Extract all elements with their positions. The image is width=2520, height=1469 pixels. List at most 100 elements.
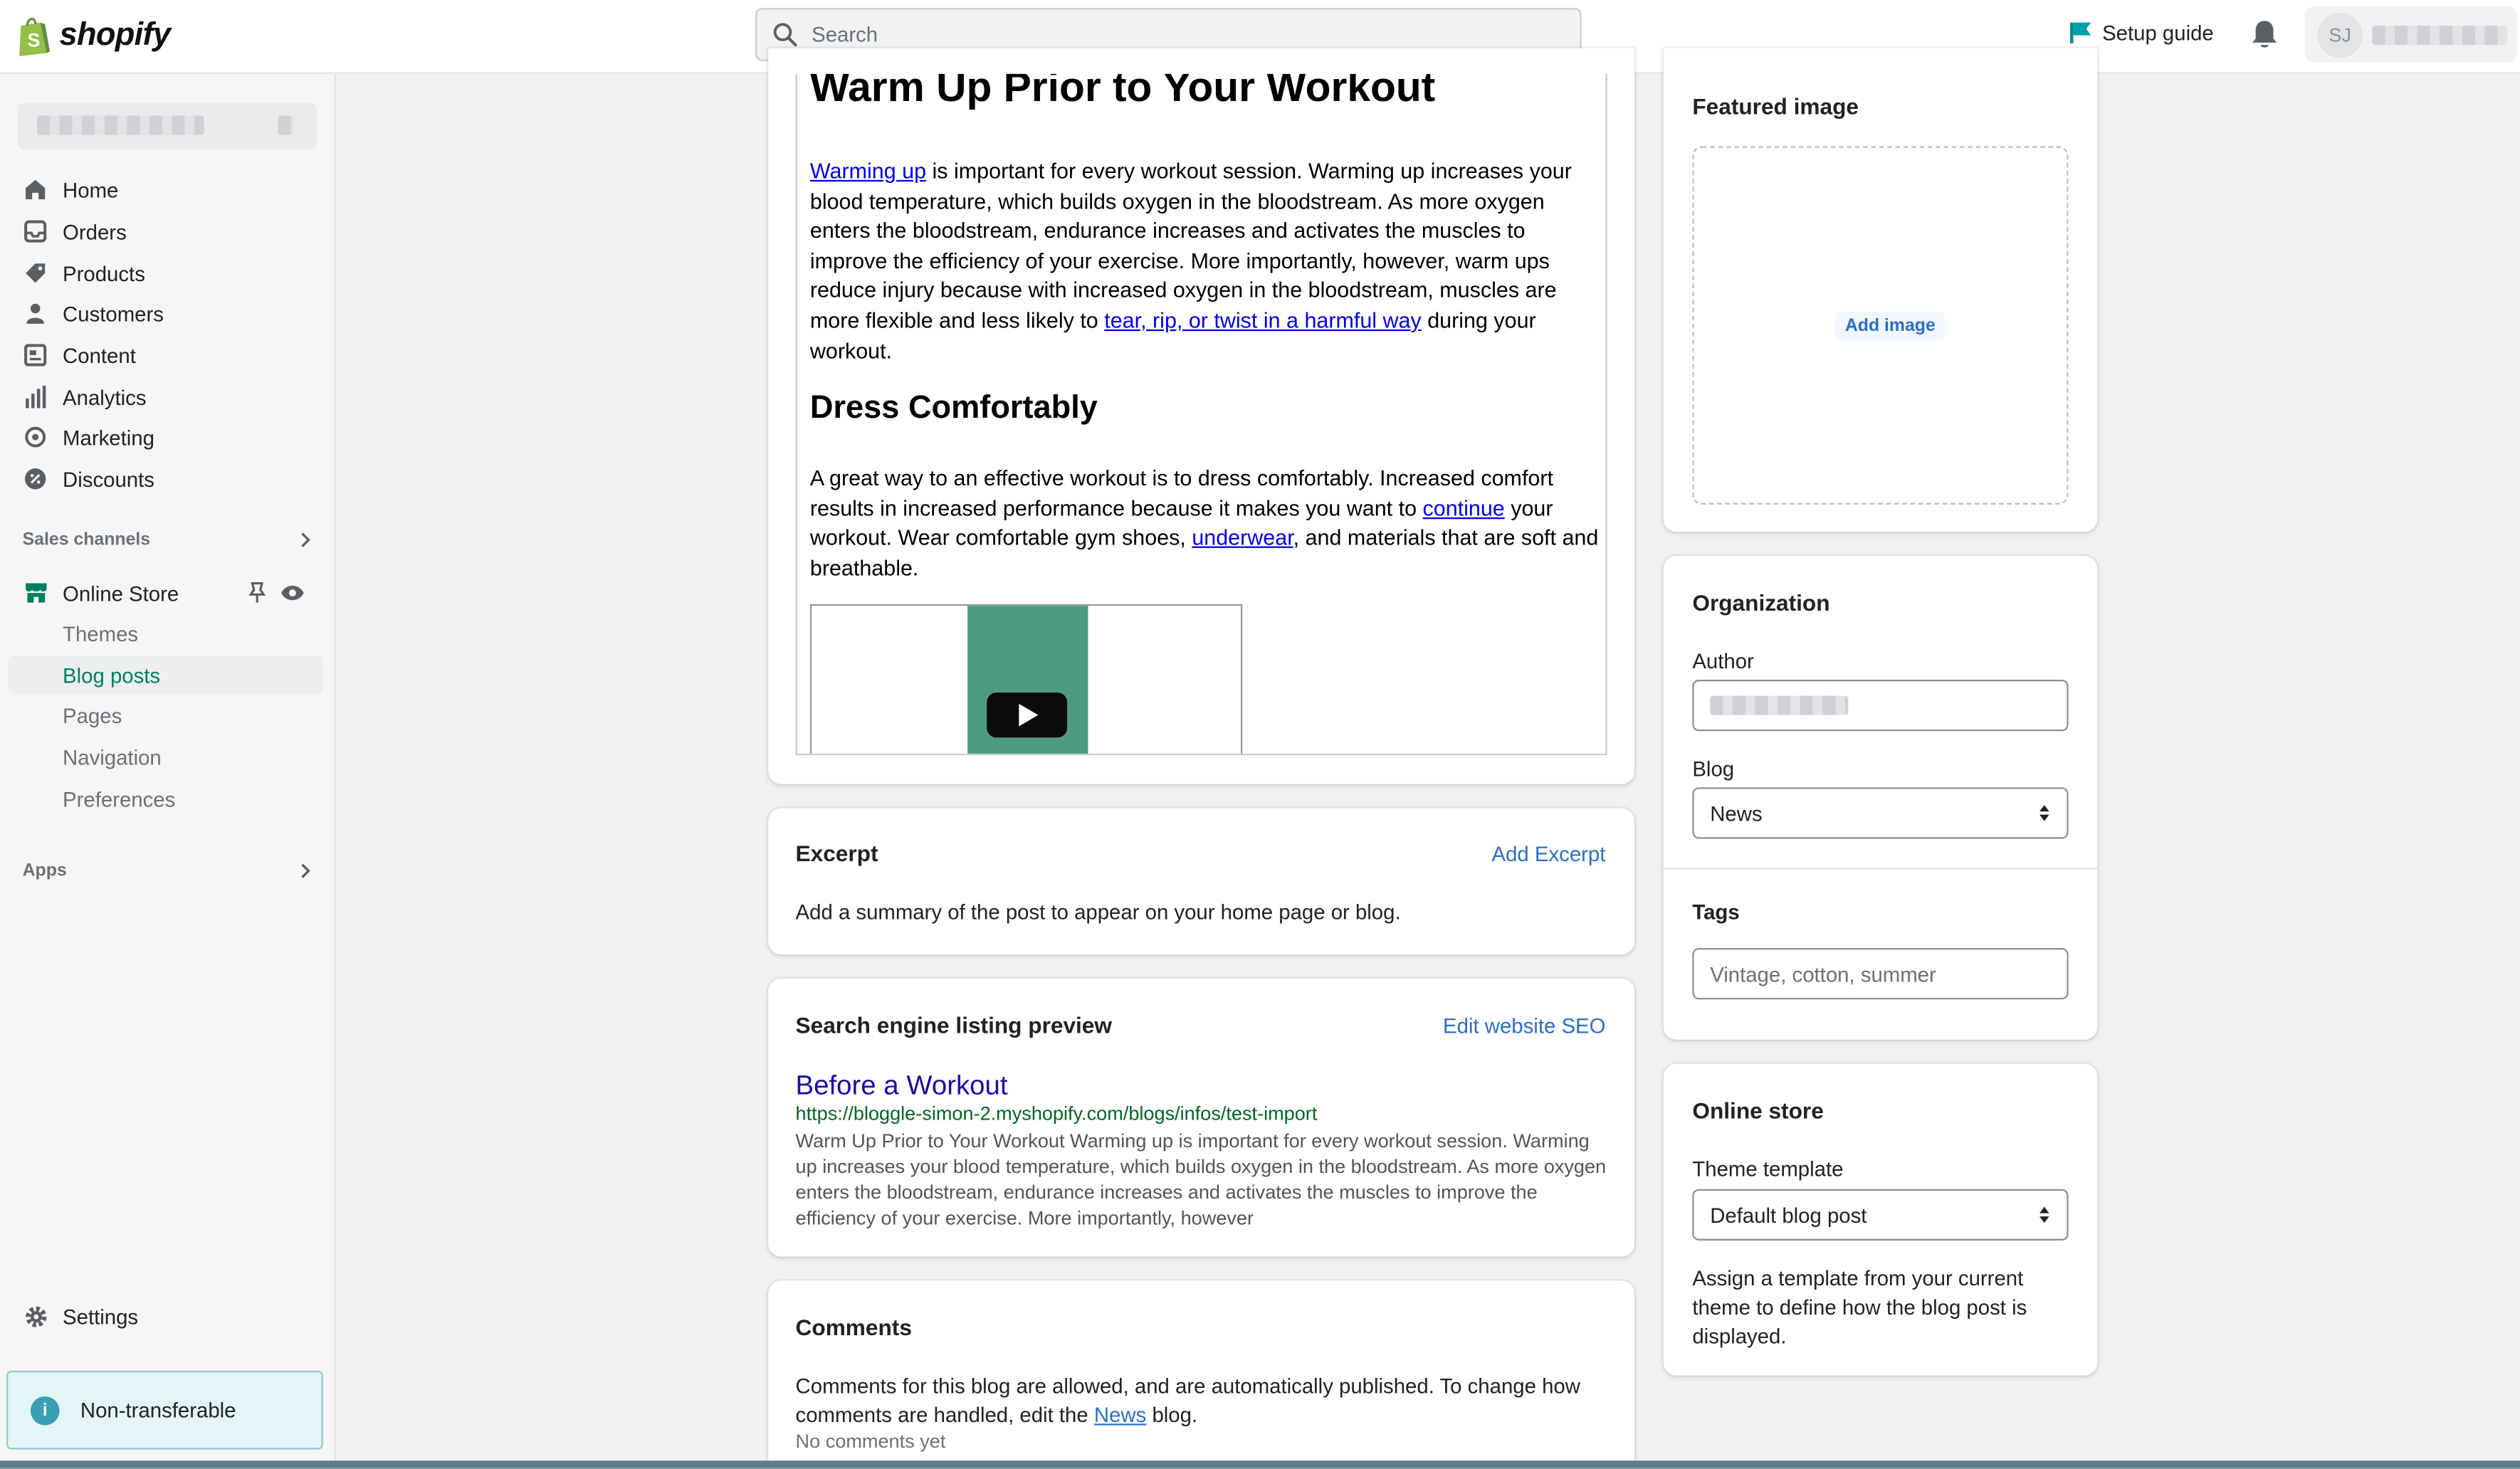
online-store-card: Online store Theme template Default blog… (1663, 1063, 2098, 1376)
sidebar-item-customers[interactable]: Customers (8, 294, 323, 332)
organization-title: Organization (1692, 589, 1830, 616)
seo-title: Search engine listing preview (795, 1012, 1112, 1038)
sidebar-item-settings[interactable]: Settings (8, 1297, 323, 1335)
play-button[interactable] (987, 693, 1068, 738)
sidebar-item-discounts[interactable]: Discounts (8, 460, 323, 498)
target-icon (25, 426, 46, 448)
orders-icon (24, 220, 47, 243)
app-root: S shopify Setup guide SJ (0, 0, 2520, 1469)
editor-paragraph-2: A great way to an effective workout is t… (810, 464, 1601, 584)
tag-icon (26, 263, 46, 283)
shopify-logo[interactable]: S shopify (16, 14, 171, 58)
news-blog-link[interactable]: News (1094, 1403, 1146, 1427)
banner-label: Non-transferable (80, 1398, 236, 1423)
sidebar: Home Orders Products Customers Content A… (0, 73, 336, 1469)
organization-card: Organization Author Blog News Tags (1663, 556, 2098, 1040)
sidebar-subitem-blog-posts[interactable]: Blog posts (8, 655, 323, 695)
sidebar-item-analytics[interactable]: Analytics (8, 378, 323, 416)
comments-info: Comments for this blog are allowed, and … (796, 1372, 1607, 1430)
avatar: SJ (2317, 11, 2363, 58)
online-store-title: Online store (1692, 1097, 1824, 1124)
image-dropzone[interactable]: Add image (1692, 146, 2069, 505)
setup-guide-button[interactable]: Setup guide (2069, 21, 2214, 46)
play-icon (1018, 703, 1038, 727)
sidebar-item-online-store[interactable]: Online Store (8, 574, 323, 612)
seo-card: Search engine listing preview Edit websi… (768, 978, 1635, 1257)
editor-paragraph-1: Warming up is important for every workou… (810, 157, 1601, 367)
theme-template-help: Assign a template from your current them… (1692, 1266, 2027, 1349)
author-value-redacted (1710, 695, 1849, 715)
sidebar-item-label: Blog posts (63, 663, 161, 688)
editor-heading-2: Dress Comfortably (809, 390, 1098, 426)
apps-header[interactable]: Apps (23, 861, 312, 880)
pin-icon[interactable] (248, 581, 267, 609)
editor-heading-1: Warm Up Prior to Your Workout (809, 73, 1436, 111)
chevron-right-icon (301, 532, 310, 547)
sidebar-item-label: Marketing (63, 425, 154, 450)
warming-up-link[interactable]: Warming up (810, 159, 926, 184)
edit-seo-button[interactable]: Edit website SEO (1443, 1014, 1605, 1038)
tags-label: Tags (1692, 900, 1740, 925)
sidebar-subitem-themes[interactable]: Themes (8, 614, 323, 652)
video-thumbnail (967, 606, 1088, 754)
sidebar-item-orders[interactable]: Orders (8, 212, 323, 251)
sidebar-item-content[interactable]: Content (8, 336, 323, 374)
sidebar-item-label: Content (63, 343, 136, 367)
sidebar-item-label: Settings (63, 1304, 139, 1328)
bottom-bar (0, 1460, 2520, 1469)
eye-icon[interactable] (280, 584, 305, 608)
no-comments-text: No comments yet (795, 1430, 946, 1453)
blog-select-value: News (1710, 801, 1763, 826)
comments-text: blog. (1146, 1402, 1198, 1427)
setup-guide-label: Setup guide (2102, 21, 2214, 46)
excerpt-title: Excerpt (795, 840, 878, 866)
svg-text:S: S (27, 28, 40, 51)
non-transferable-banner[interactable]: i Non-transferable (6, 1370, 323, 1450)
tear-rip-link[interactable]: tear, rip, or twist in a harmful way (1104, 308, 1422, 332)
excerpt-card: Excerpt Add Excerpt Add a summary of the… (768, 808, 1635, 955)
underwear-link[interactable]: underwear (1192, 526, 1293, 550)
logo-text: shopify (59, 17, 171, 53)
home-icon (26, 179, 46, 199)
sales-channels-label: Sales channels (22, 530, 151, 550)
author-field[interactable] (1692, 680, 2069, 732)
divider (1663, 868, 2098, 870)
sidebar-item-label: Home (63, 177, 119, 202)
sidebar-item-home[interactable]: Home (8, 170, 323, 209)
sidebar-item-label: Online Store (63, 581, 179, 606)
embedded-video[interactable] (809, 604, 1243, 754)
store-icon (24, 583, 46, 603)
continue-link[interactable]: continue (1423, 496, 1505, 520)
store-selector[interactable] (17, 102, 317, 149)
sidebar-subitem-pages[interactable]: Pages (8, 696, 323, 734)
add-excerpt-button[interactable]: Add Excerpt (1492, 842, 1606, 866)
sidebar-item-marketing[interactable]: Marketing (8, 418, 323, 456)
select-arrows-icon (2039, 1206, 2049, 1223)
theme-template-value: Default blog post (1710, 1202, 1867, 1227)
excerpt-description: Add a summary of the post to appear on y… (795, 900, 1401, 925)
sidebar-item-label: Products (63, 260, 145, 285)
sidebar-item-products[interactable]: Products (8, 254, 323, 293)
account-menu[interactable]: SJ (2304, 6, 2517, 63)
notifications-button[interactable] (2250, 19, 2279, 58)
blog-select[interactable]: News (1692, 787, 2069, 839)
sidebar-subitem-navigation[interactable]: Navigation (8, 737, 323, 776)
sidebar-item-label: Orders (63, 219, 127, 244)
sidebar-item-label: Customers (63, 301, 164, 326)
sales-channels-header[interactable]: Sales channels (23, 530, 312, 549)
featured-image-title: Featured image (1692, 93, 1859, 120)
store-badge-redacted (278, 115, 295, 135)
rich-text-editor[interactable]: Warm Up Prior to Your Workout Warming up… (795, 73, 1607, 756)
sidebar-item-label: Themes (63, 621, 139, 646)
bar-chart-icon (26, 385, 46, 409)
chevron-right-icon (301, 863, 310, 878)
seo-preview-title: Before a Workout (795, 1070, 1008, 1101)
theme-template-select[interactable]: Default blog post (1692, 1189, 2069, 1241)
comments-title: Comments (795, 1314, 912, 1340)
add-image-button[interactable]: Add image (1835, 311, 1946, 341)
sidebar-subitem-preferences[interactable]: Preferences (8, 779, 323, 818)
apps-label: Apps (22, 861, 67, 881)
search-input[interactable] (812, 22, 1551, 47)
tags-input[interactable] (1692, 948, 2069, 1000)
sidebar-item-label: Discounts (63, 466, 154, 491)
